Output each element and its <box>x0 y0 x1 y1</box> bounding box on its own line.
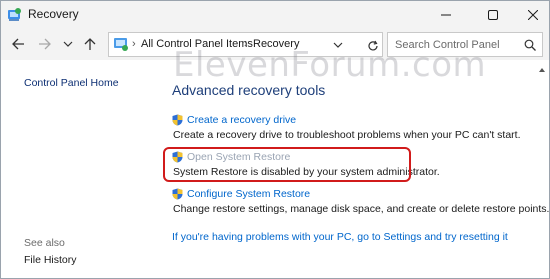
highlight-box <box>163 147 411 182</box>
up-button[interactable] <box>81 35 99 53</box>
reset-pc-link[interactable]: If you're having problems with your PC, … <box>172 231 508 243</box>
control-panel-icon <box>114 38 128 51</box>
create-recovery-drive-label[interactable]: Create a recovery drive <box>187 114 296 126</box>
watermark-text: ElevenForum.com <box>173 45 487 85</box>
create-recovery-drive-link[interactable]: Create a recovery drive <box>172 114 521 126</box>
breadcrumb-separator: › <box>132 38 136 50</box>
window-title: Recovery <box>28 7 79 21</box>
task-create-recovery-drive: Create a recovery drive Create a recover… <box>172 114 521 141</box>
arrow-up-icon <box>84 37 96 50</box>
configure-system-restore-link[interactable]: Configure System Restore <box>172 188 549 200</box>
arrow-right-icon <box>38 38 51 50</box>
control-panel-home-link[interactable]: Control Panel Home <box>24 77 119 89</box>
back-button[interactable] <box>9 35 27 53</box>
page-title: Advanced recovery tools <box>172 82 326 98</box>
uac-shield-icon <box>172 188 183 200</box>
see-also-label: See also <box>24 237 65 249</box>
recent-locations-button[interactable] <box>59 35 77 53</box>
arrow-left-icon <box>11 38 24 50</box>
close-icon <box>528 9 538 20</box>
minimize-button[interactable] <box>429 1 463 28</box>
search-icon <box>524 39 536 51</box>
forward-button[interactable] <box>35 35 53 53</box>
configure-system-restore-description: Change restore settings, manage disk spa… <box>173 203 550 215</box>
create-recovery-drive-description: Create a recovery drive to troubleshoot … <box>173 129 521 141</box>
maximize-button[interactable] <box>476 1 510 28</box>
title-bar: Recovery <box>1 1 549 28</box>
chevron-down-icon <box>63 41 73 47</box>
close-button[interactable] <box>516 1 549 28</box>
configure-system-restore-label[interactable]: Configure System Restore <box>187 188 310 200</box>
task-configure-system-restore: Configure System Restore Change restore … <box>172 188 549 215</box>
uac-shield-icon <box>172 114 183 126</box>
file-history-link[interactable]: File History <box>24 254 77 266</box>
recovery-app-icon <box>8 8 21 21</box>
minimize-icon <box>441 14 451 15</box>
maximize-icon <box>488 9 498 20</box>
scroll-up-icon[interactable] <box>537 65 547 75</box>
recovery-window: Recovery › All Control Panel Items › Rec… <box>0 0 550 279</box>
